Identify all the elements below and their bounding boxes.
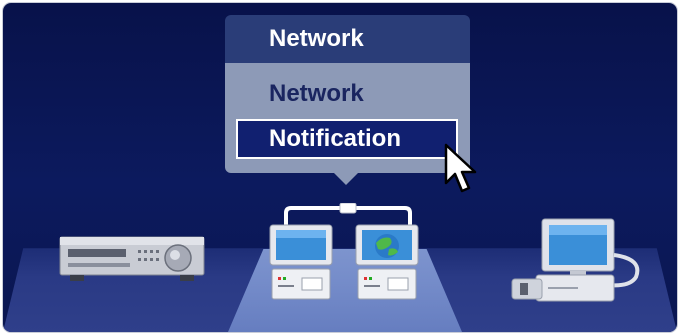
menu-item-network[interactable]: Network	[269, 79, 364, 109]
av-receiver-icon[interactable]	[58, 233, 208, 290]
menu-title: Network	[225, 15, 470, 63]
network-computers-icon[interactable]	[268, 202, 428, 306]
computer-projector-icon[interactable]	[508, 215, 648, 310]
screen-frame: Network Network Notification	[3, 3, 677, 332]
menu-item-notification[interactable]: Notification	[236, 119, 458, 159]
menu-pointer	[332, 171, 360, 185]
mouse-cursor-icon	[443, 143, 479, 200]
